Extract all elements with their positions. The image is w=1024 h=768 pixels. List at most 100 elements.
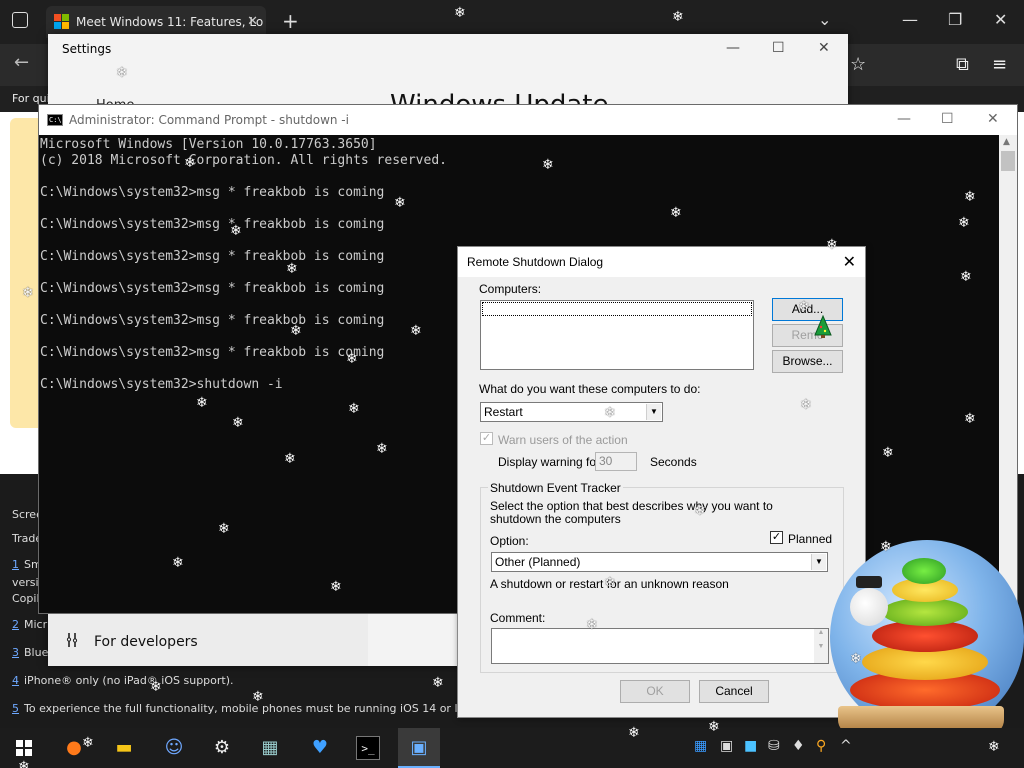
file-explorer-icon[interactable]: ▬ xyxy=(112,736,136,760)
remote-shutdown-dialog: Remote Shutdown Dialog ✕ Computers: Add.… xyxy=(457,246,866,718)
tab-list-icon[interactable] xyxy=(12,12,28,28)
restore-icon[interactable]: ❐ xyxy=(948,10,962,29)
snowflake-icon: ❄ xyxy=(82,735,94,751)
tray-windows-icon[interactable]: ▦ xyxy=(694,738,707,754)
action-select-value: Restart xyxy=(484,405,523,419)
browse-button[interactable]: Browse... xyxy=(772,350,843,373)
tab-close-icon[interactable]: ✕ xyxy=(247,14,258,29)
event-tracker-label: Shutdown Event Tracker xyxy=(488,481,623,495)
footer-text-blue: Blue xyxy=(24,646,49,659)
settings-titlebar: Settings — ☐ ✕ xyxy=(48,34,848,66)
tray-network-icon[interactable]: ⛁ xyxy=(768,738,780,754)
health-app-icon[interactable]: ♥ xyxy=(308,736,332,760)
warning-seconds-input[interactable]: 30 xyxy=(595,452,637,471)
cmd-close-icon[interactable]: ✕ xyxy=(987,111,999,127)
snowflake-icon: ❄ xyxy=(850,651,862,667)
footnote-4-link[interactable]: 4 xyxy=(12,674,19,687)
new-tab-icon[interactable]: + xyxy=(282,9,299,33)
scrollbar-thumb[interactable] xyxy=(1001,151,1015,171)
tray-chevron-icon[interactable]: ^ xyxy=(840,738,852,754)
remove-button[interactable]: Remo xyxy=(772,324,843,347)
console-line: Microsoft Windows [Version 10.0.17763.36… xyxy=(40,137,377,152)
cmd-maximize-icon[interactable]: ☐ xyxy=(941,111,954,127)
display-warning-label: Display warning for xyxy=(498,455,601,469)
seconds-label: Seconds xyxy=(650,455,697,469)
option-label: Option: xyxy=(490,534,529,548)
tray-app-icon[interactable]: ■ xyxy=(744,738,757,754)
snowflake-icon: ❄ xyxy=(218,521,230,537)
windows-start-icon[interactable] xyxy=(16,740,32,756)
active-taskbar-item[interactable]: ▣ xyxy=(398,728,440,768)
minimize-icon[interactable]: — xyxy=(902,10,918,29)
cmd-app-icon: C:\ xyxy=(47,114,63,126)
snowflake-icon: ❄ xyxy=(960,269,972,285)
people-app-icon[interactable]: ☺ xyxy=(162,736,186,760)
chevron-down-icon[interactable]: ⌄ xyxy=(818,10,831,29)
footnote-2-link[interactable]: 2 xyxy=(12,618,19,631)
snowflake-icon: ❄ xyxy=(232,415,244,431)
back-icon[interactable]: ← xyxy=(14,52,29,73)
menu-icon[interactable]: ≡ xyxy=(992,54,1007,75)
page-highlight-panel xyxy=(10,118,40,428)
reason-option-select[interactable]: Other (Planned) ▼ xyxy=(491,552,828,572)
comment-label: Comment: xyxy=(490,611,546,625)
snowflake-icon: ❄ xyxy=(184,155,196,171)
dialog-titlebar: Remote Shutdown Dialog ✕ xyxy=(458,247,865,277)
warn-users-checkbox[interactable]: ✓ xyxy=(480,432,493,445)
snowflake-icon: ❄ xyxy=(150,679,162,695)
cmd-title: Administrator: Command Prompt - shutdown… xyxy=(69,113,349,127)
snowflake-icon: ❄ xyxy=(196,395,208,411)
snowflake-icon: ❄ xyxy=(330,579,342,595)
snowflake-icon: ❄ xyxy=(708,719,720,735)
cmd-scrollbar[interactable]: ▲ xyxy=(999,135,1017,613)
tray-search-icon[interactable]: ⚲ xyxy=(816,738,826,754)
tray-screen-icon[interactable]: ▣ xyxy=(720,738,733,754)
browser-tab-title: Meet Windows 11: Features, Lo xyxy=(76,15,264,29)
remote-shutdown-taskbar-icon: ▣ xyxy=(410,737,428,758)
snowflake-icon: ❄ xyxy=(542,157,554,173)
dialog-close-icon[interactable]: ✕ xyxy=(843,252,856,272)
chevron-down-icon[interactable]: ▼ xyxy=(811,554,826,570)
command-prompt-taskbar-icon[interactable]: >_ xyxy=(356,736,380,760)
ok-button[interactable]: OK xyxy=(620,680,690,703)
settings-gear-icon[interactable]: ⚙ xyxy=(210,736,234,760)
comment-scrollbar[interactable]: ▲ ▼ xyxy=(814,629,828,663)
snow-globe-decoration xyxy=(830,540,1024,734)
snowflake-icon: ❄ xyxy=(346,351,358,367)
settings-maximize-icon[interactable]: ☐ xyxy=(772,40,785,56)
photos-app-icon[interactable]: ▦ xyxy=(258,736,282,760)
console-line: C:\Windows\system32>msg * freakbob is co… xyxy=(40,185,385,200)
extensions-icon[interactable]: ⧉ xyxy=(956,54,969,75)
snowflake-icon: ❄ xyxy=(798,299,810,315)
settings-close-icon[interactable]: ✕ xyxy=(818,40,830,56)
cmd-minimize-icon[interactable]: — xyxy=(897,111,911,127)
settings-title: Settings xyxy=(62,42,112,56)
footer-text-micr: Micr xyxy=(24,618,48,631)
planned-checkbox[interactable]: ✓ xyxy=(770,531,783,544)
comment-textarea[interactable]: ▲ ▼ xyxy=(491,628,829,664)
event-tracker-description: Select the option that best describes wh… xyxy=(490,499,773,526)
dialog-title: Remote Shutdown Dialog xyxy=(467,255,604,269)
footnote-1-link[interactable]: 1 xyxy=(12,558,19,571)
tray-drop-icon[interactable]: ♦ xyxy=(792,738,805,754)
settings-minimize-icon[interactable]: — xyxy=(726,40,740,56)
snowflake-icon: ❄ xyxy=(22,285,34,301)
settings-nav-for-developers[interactable]: For developers xyxy=(48,612,368,666)
snowflake-icon: ❄ xyxy=(454,5,466,21)
favorite-star-icon[interactable]: ☆ xyxy=(850,54,866,75)
computers-listbox[interactable] xyxy=(480,300,754,370)
snowflake-icon: ❄ xyxy=(628,725,640,741)
snowflake-icon: ❄ xyxy=(116,65,128,81)
cancel-button[interactable]: Cancel xyxy=(699,680,769,703)
action-select[interactable]: Restart ▼ xyxy=(480,402,663,422)
chevron-down-icon[interactable]: ▼ xyxy=(646,404,661,420)
footnote-3-link[interactable]: 3 xyxy=(12,646,19,659)
snowflake-icon: ❄ xyxy=(694,503,706,519)
close-icon[interactable]: ✕ xyxy=(994,10,1007,29)
snowflake-icon: ❄ xyxy=(172,555,184,571)
footnote-5-link[interactable]: 5 xyxy=(12,702,19,715)
scroll-up-icon[interactable]: ▲ xyxy=(1003,137,1010,147)
snowflake-icon: ❄ xyxy=(882,445,894,461)
